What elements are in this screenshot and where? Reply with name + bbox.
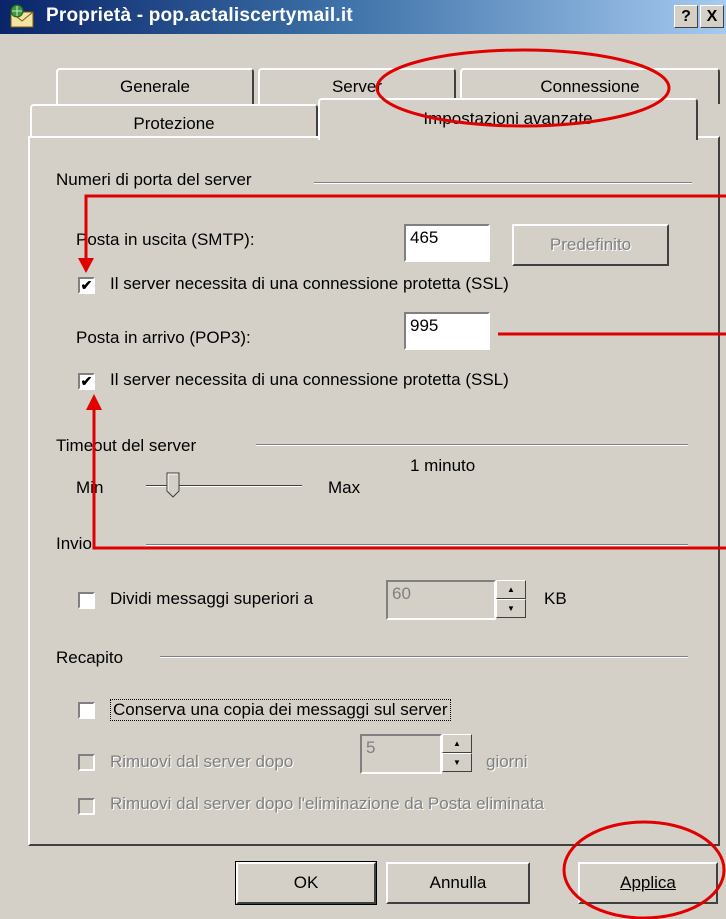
tab-label: Protezione	[133, 114, 215, 133]
default-button[interactable]: Predefinito	[512, 224, 669, 266]
spin-up-icon[interactable]: ▲	[442, 734, 472, 753]
remove-after-checkbox[interactable]	[78, 754, 95, 771]
apply-button[interactable]: Applica	[578, 862, 718, 904]
mail-account-icon	[10, 4, 34, 28]
tab-protezione[interactable]: Protezione	[30, 104, 318, 138]
split-messages-checkbox[interactable]	[78, 592, 95, 609]
keep-copy-label: Conserva una copia dei messaggi sul serv…	[110, 699, 451, 721]
tab-label: Server	[331, 77, 383, 96]
smtp-ssl-checkbox[interactable]: ✔	[78, 277, 95, 294]
timeout-slider[interactable]	[146, 472, 302, 498]
remove-days-spinner[interactable]: ▲ ▼	[442, 734, 472, 774]
cancel-button[interactable]: Annulla	[386, 862, 530, 904]
remove-days-unit: giorni	[486, 752, 528, 771]
ports-group-label: Numeri di porta del server	[56, 170, 252, 189]
group-divider	[256, 444, 688, 446]
checkmark-icon: ✔	[80, 373, 93, 389]
timeout-min-label: Min	[76, 478, 104, 497]
tab-label: Generale	[120, 77, 190, 96]
tab-label: Connessione	[540, 77, 640, 96]
tab-label: Impostazioni avanzate	[423, 109, 593, 128]
title-bar[interactable]: Proprietà - pop.actaliscertymail.it ? X	[0, 0, 726, 34]
group-divider	[146, 544, 688, 546]
split-unit: KB	[544, 589, 567, 608]
slider-thumb[interactable]	[166, 472, 180, 498]
pop3-label: Posta in arrivo (POP3):	[76, 328, 251, 347]
apply-button-label: Applica	[620, 873, 676, 892]
group-divider	[160, 656, 688, 658]
smtp-label: Posta in uscita (SMTP):	[76, 230, 255, 249]
pop3-port-input[interactable]: 995	[404, 312, 490, 350]
split-size-spinner[interactable]: ▲ ▼	[496, 580, 526, 620]
split-size-input[interactable]: 60	[386, 580, 496, 620]
spin-down-icon[interactable]: ▼	[496, 599, 526, 618]
keep-copy-checkbox[interactable]	[78, 702, 95, 719]
delivery-group-label: Recapito	[56, 648, 124, 667]
close-button[interactable]: X	[700, 5, 724, 28]
pop3-ssl-label: Il server necessita di una connessione p…	[110, 370, 509, 389]
smtp-port-input[interactable]: 465	[404, 224, 490, 262]
remove-deleted-label: Rimuovi dal server dopo l'eliminazione d…	[110, 794, 545, 813]
group-divider	[314, 182, 692, 184]
remove-after-label: Rimuovi dal server dopo	[110, 752, 294, 771]
timeout-max-label: Max	[328, 478, 361, 497]
timeout-value: 1 minuto	[410, 456, 476, 475]
tab-generale[interactable]: Generale	[56, 68, 254, 104]
window-title: Proprietà - pop.actaliscertymail.it	[46, 5, 353, 26]
smtp-ssl-label: Il server necessita di una connessione p…	[110, 274, 509, 293]
pop3-ssl-checkbox[interactable]: ✔	[78, 373, 95, 390]
ok-button[interactable]: OK	[235, 861, 377, 905]
tab-impostazioni-avanzate[interactable]: Impostazioni avanzate	[318, 98, 698, 140]
split-messages-label: Dividi messaggi superiori a	[110, 589, 314, 608]
spin-up-icon[interactable]: ▲	[496, 580, 526, 599]
send-group-label: Invio	[56, 534, 92, 553]
spin-down-icon[interactable]: ▼	[442, 753, 472, 772]
remove-days-input[interactable]: 5	[360, 734, 442, 774]
remove-deleted-checkbox[interactable]	[78, 798, 95, 815]
help-button[interactable]: ?	[674, 5, 698, 28]
timeout-group-label: Timeout del server	[56, 436, 197, 455]
checkmark-icon: ✔	[80, 277, 93, 293]
